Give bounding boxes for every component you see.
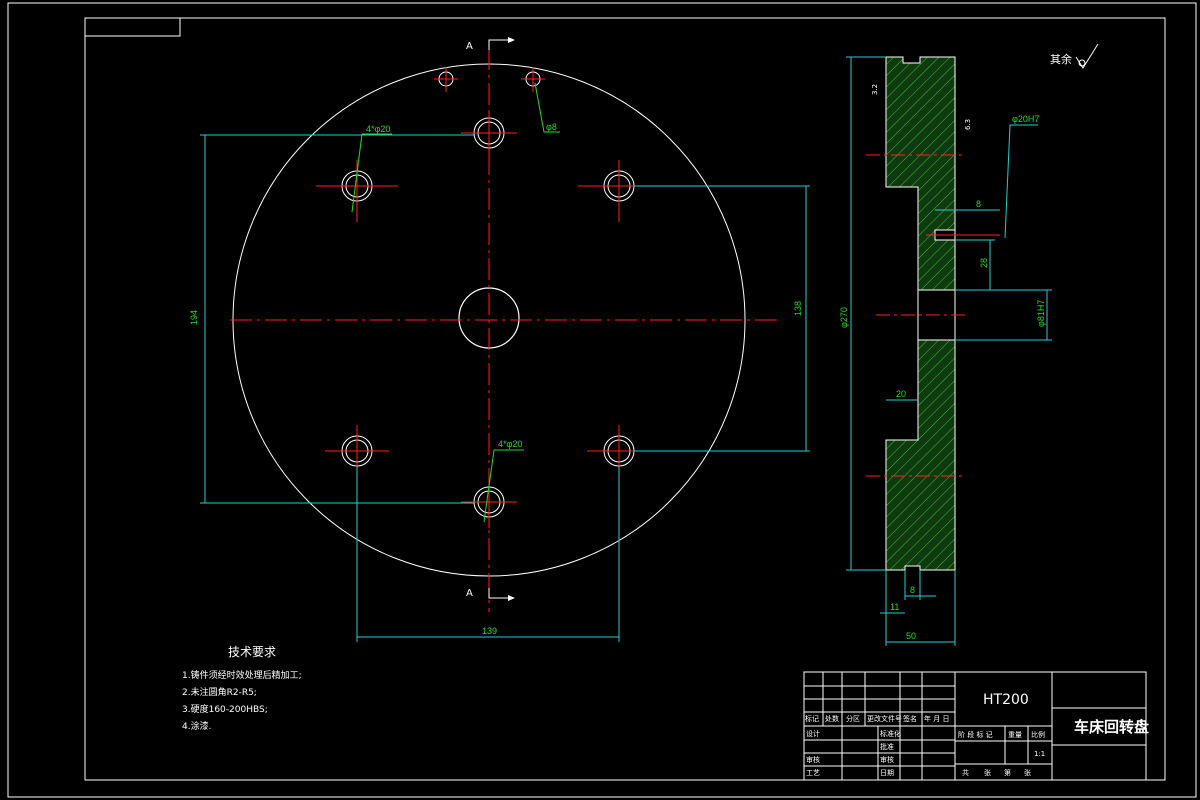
dim-groove-bottom: 8 — [910, 585, 915, 595]
tech-req-item: 2.未注圆角R2-R5; — [182, 686, 257, 698]
dim-recess-depth: 20 — [896, 389, 906, 399]
part-name: 车床回转盘 — [1074, 718, 1149, 736]
role-mid: 审核 — [880, 755, 894, 764]
stage-header: 阶 段 标 记 — [958, 730, 993, 739]
role-mid: 标准化 — [880, 729, 901, 738]
roughness-mark-1: 3.2 — [871, 84, 879, 95]
arrowhead — [508, 595, 515, 601]
material: HT200 — [983, 692, 1029, 708]
role-label: 工艺 — [806, 769, 820, 777]
tech-req-title: 技术要求 — [228, 645, 276, 659]
rev-header: 签名 — [903, 714, 917, 723]
dim-offset: 28 — [979, 258, 989, 268]
small-hole — [521, 67, 545, 92]
role-label: 审核 — [806, 755, 820, 764]
tech-req-item: 1.铸件须经时效处理后精加工; — [182, 669, 302, 681]
dim-groove-top: 8 — [976, 199, 981, 209]
rev-header: 分区 — [846, 714, 860, 723]
dim-138 — [634, 185, 810, 452]
section-mark-bottom: A — [466, 588, 473, 599]
section-mark-top: A — [466, 41, 473, 52]
dim-270 — [846, 56, 886, 571]
front-view: A A 4*φ20 4*φ20 φ8 194 138 139 — [189, 37, 810, 642]
role-mid: 批准 — [880, 742, 894, 751]
arrowhead — [508, 37, 515, 43]
roughness-note: 其余 — [1050, 52, 1072, 66]
bolt-hole — [461, 110, 517, 156]
stage-header: 重量 — [1008, 731, 1022, 739]
section-arrow-bottom — [488, 588, 508, 599]
hole-callout-upper: 4*φ20 — [366, 124, 390, 134]
dim-bore-upper: φ20H7 — [1012, 114, 1039, 124]
dim-vertical-left: 194 — [189, 310, 199, 325]
hole-callout-lower: 4*φ20 — [498, 439, 522, 449]
dim-194 — [200, 134, 475, 504]
scale-value: 1:1 — [1034, 750, 1045, 758]
section-view: φ270 φ81H7 28 φ20H7 8 20 8 11 50 3.2 6.3 — [839, 56, 1052, 646]
sheet-label: 张 — [984, 768, 991, 777]
role-mid: 日期 — [880, 769, 894, 777]
dim-hub: 11 — [890, 602, 899, 612]
small-hole-callout: φ8 — [546, 122, 557, 132]
dim-thickness: 50 — [906, 631, 916, 641]
dim-vertical-right: 138 — [793, 301, 803, 316]
dim-diameter: φ270 — [839, 307, 849, 328]
leader-bore-upper — [1004, 124, 1038, 239]
small-hole — [434, 67, 458, 92]
leader-hole-lower — [483, 449, 524, 523]
dim-bore-center: φ81H7 — [1036, 300, 1046, 327]
leader-hole-upper — [351, 133, 392, 213]
bolt-hole — [578, 160, 660, 222]
cad-drawing: A A 4*φ20 4*φ20 φ8 194 138 139 φ270 φ81H… — [7, 2, 1197, 798]
rev-header: 标记 — [805, 714, 819, 723]
dim-28 — [955, 239, 995, 290]
sheet-label: 第 — [1004, 768, 1011, 777]
rev-header: 处数 — [825, 714, 839, 723]
role-label: 设计 — [806, 729, 820, 738]
rev-header: 更改文件号 — [867, 714, 902, 723]
dim-horizontal-bottom: 139 — [482, 626, 497, 636]
sheet-label: 张 — [1024, 768, 1031, 777]
tech-req-item: 3.硬度160-200HBS; — [182, 703, 268, 715]
code-box — [84, 17, 181, 37]
sheet-label: 共 — [962, 768, 969, 777]
roughness-mark-2: 6.3 — [964, 119, 972, 130]
stage-header: 比例 — [1031, 730, 1045, 739]
section-arrow-top — [488, 39, 508, 50]
tech-req-item: 4.涂漆. — [182, 720, 211, 732]
drawing-frame — [84, 17, 1166, 781]
rev-header: 年 月 日 — [924, 714, 949, 723]
